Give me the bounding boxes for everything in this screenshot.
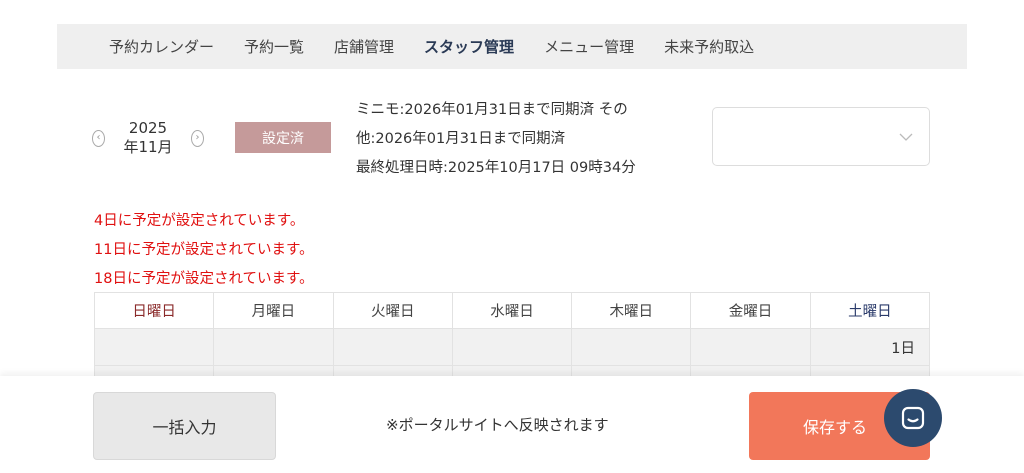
year-label: 2025 — [128, 119, 168, 137]
prev-month-button[interactable]: ‹ — [92, 129, 105, 147]
weekday-tuesday: 火曜日 — [332, 292, 453, 329]
calendar-cell[interactable] — [690, 328, 811, 366]
calendar-cell[interactable] — [93, 328, 215, 366]
month-label: 2025 年11月 — [105, 119, 191, 157]
sync-line-3: 最終処理日時:2025年10月17日 09時34分 — [356, 160, 636, 176]
calendar-cell[interactable] — [571, 328, 692, 366]
nav-item-staff-management[interactable]: スタッフ管理 — [424, 36, 514, 57]
sync-line-1: ミニモ:2026年01月31日まで同期済 その — [356, 102, 628, 118]
status-badge: 設定済 — [235, 122, 331, 153]
nav-item-reservation-list[interactable]: 予約一覧 — [244, 36, 304, 57]
bulk-input-button[interactable]: 一括入力 — [93, 392, 276, 460]
chat-button[interactable] — [884, 389, 942, 447]
warning-message: 11日に予定が設定されています。 — [94, 242, 314, 258]
weekday-sunday: 日曜日 — [93, 292, 215, 329]
chat-icon — [901, 406, 925, 430]
nav-item-reservation-calendar[interactable]: 予約カレンダー — [109, 36, 214, 57]
calendar-cell[interactable] — [213, 328, 334, 366]
month-name: 年11月 — [123, 138, 173, 156]
calendar-cell[interactable] — [332, 328, 453, 366]
weekday-monday: 月曜日 — [213, 292, 334, 329]
calendar-cell-day-1[interactable]: 1日 — [809, 328, 931, 366]
weekday-wednesday: 水曜日 — [451, 292, 573, 329]
calendar-cell[interactable] — [451, 328, 573, 366]
sync-line-2: 他:2026年01月31日まで同期済 — [356, 131, 566, 147]
calendar-header-row: 日曜日 月曜日 火曜日 水曜日 木曜日 金曜日 土曜日 — [93, 292, 931, 329]
chevron-left-icon: ‹ — [96, 132, 101, 143]
nav-item-future-import[interactable]: 未来予約取込 — [664, 36, 754, 57]
chevron-right-icon: › — [195, 132, 200, 143]
portal-note: ※ポータルサイトへ反映されます — [386, 416, 609, 434]
calendar-week-row: 1日 — [93, 328, 931, 366]
warning-messages: 4日に予定が設定されています。 11日に予定が設定されています。 18日に予定が… — [94, 207, 314, 294]
main-nav: 予約カレンダー 予約一覧 店舗管理 スタッフ管理 メニュー管理 未来予約取込 — [57, 24, 967, 69]
month-navigator: ‹ 2025 年11月 › — [92, 118, 204, 158]
calendar-table: 日曜日 月曜日 火曜日 水曜日 木曜日 金曜日 土曜日 1日 — [93, 292, 931, 386]
weekday-saturday: 土曜日 — [809, 292, 931, 329]
staff-select[interactable] — [712, 107, 930, 166]
chevron-down-icon — [899, 133, 913, 141]
sync-status: ミニモ:2026年01月31日まで同期済 その 他:2026年01月31日まで同… — [356, 96, 686, 183]
footer-bar: 一括入力 ※ポータルサイトへ反映されます 保存する — [0, 376, 1024, 473]
warning-message: 18日に予定が設定されています。 — [94, 271, 314, 287]
nav-item-menu-management[interactable]: メニュー管理 — [544, 36, 634, 57]
nav-item-store-management[interactable]: 店舗管理 — [334, 36, 394, 57]
warning-message: 4日に予定が設定されています。 — [94, 213, 305, 229]
weekday-friday: 金曜日 — [690, 292, 811, 329]
weekday-thursday: 木曜日 — [571, 292, 692, 329]
next-month-button[interactable]: › — [191, 129, 204, 147]
